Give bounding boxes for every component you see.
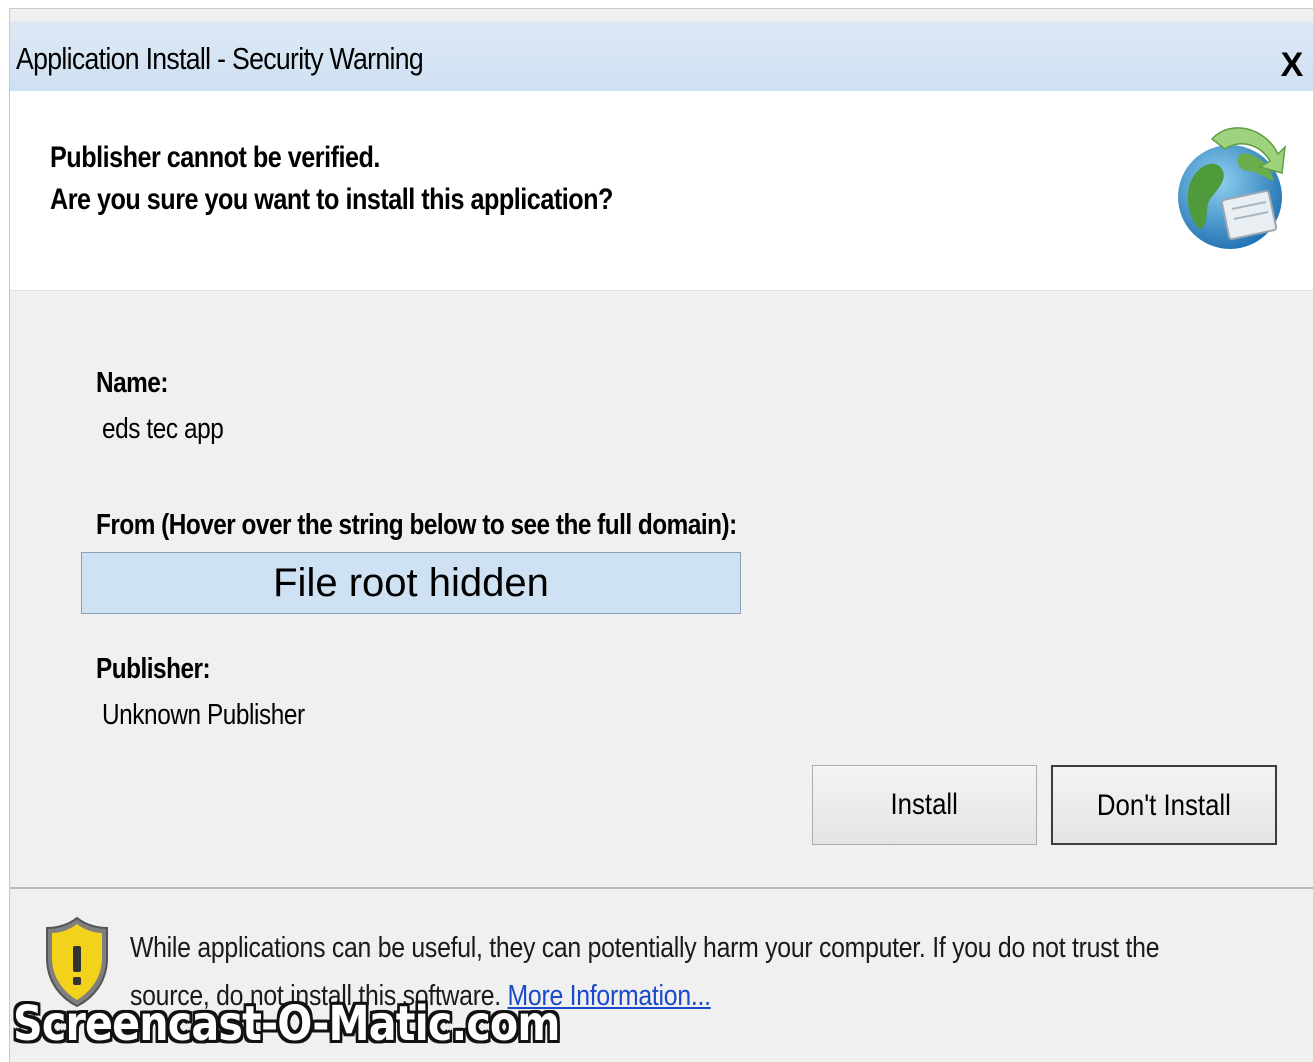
footer-divider [10,887,1313,889]
name-value: eds tec app [102,413,224,445]
header-line-1: Publisher cannot be verified. [50,141,380,174]
security-warning-dialog: Application Install - Security Warning X… [9,8,1313,1062]
close-button[interactable]: X [1270,43,1313,87]
install-button[interactable]: Install [812,765,1037,845]
name-label: Name: [96,367,168,399]
from-domain-field[interactable]: File root hidden [81,552,741,614]
dont-install-button-label: Don't Install [1097,789,1231,822]
watermark: Screencast-O-Matic.com [13,996,560,1052]
publisher-label: Publisher: [96,653,211,685]
from-label: From (Hover over the string below to see… [96,509,737,541]
dialog-header: Publisher cannot be verified. Are you su… [10,91,1313,291]
dont-install-button[interactable]: Don't Install [1051,765,1277,845]
window-title: Application Install - Security Warning [16,41,424,76]
publisher-value: Unknown Publisher [102,699,305,731]
security-shield-warning-icon [46,916,108,1008]
application-install-globe-icon [1178,127,1286,249]
header-line-2: Are you sure you want to install this ap… [50,183,613,216]
install-button-label: Install [890,788,959,821]
title-bar[interactable]: Application Install - Security Warning X [10,21,1313,91]
